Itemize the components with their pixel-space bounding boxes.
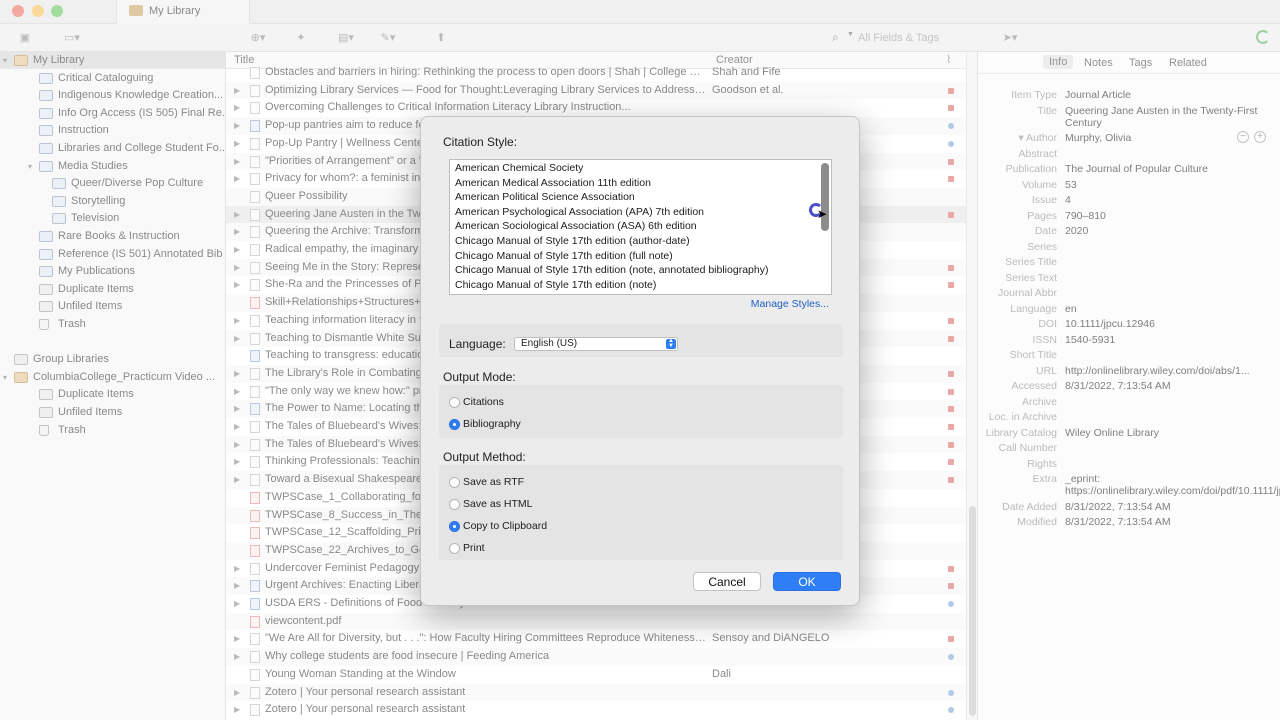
ok-button[interactable]: OK: [773, 572, 841, 591]
citation-style-list[interactable]: American Chemical Society American Medica…: [449, 159, 832, 295]
language-label: Language:: [449, 337, 506, 351]
style-list-item[interactable]: Chicago Manual of Style 17th edition (no…: [455, 264, 768, 276]
style-list-item[interactable]: American Sociological Association (ASA) …: [455, 220, 697, 232]
radio-button[interactable]: [449, 499, 460, 510]
radio-button[interactable]: [449, 477, 460, 488]
radio-label: Citations: [463, 396, 504, 408]
style-list-item[interactable]: Chicago Manual of Style 17th edition (no…: [455, 279, 656, 291]
output-method-heading: Output Method:: [443, 450, 526, 464]
style-list-item[interactable]: Chicago Manual of Style 17th edition (au…: [455, 235, 690, 247]
cancel-button[interactable]: Cancel: [693, 572, 761, 591]
radio-label: Print: [463, 542, 485, 554]
radio-button[interactable]: [449, 397, 460, 408]
radio-label: Save as HTML: [463, 498, 533, 510]
create-bibliography-dialog: Citation Style: American Chemical Societ…: [420, 116, 860, 606]
select-arrows-icon: ▲ ▼: [666, 338, 676, 349]
style-list-item[interactable]: American Chemical Society: [455, 162, 583, 174]
radio-label: Bibliography: [463, 418, 521, 430]
style-list-item[interactable]: Chicago Manual of Style 17th edition (fu…: [455, 250, 673, 262]
radio-button[interactable]: [449, 419, 460, 430]
radio-label: Save as RTF: [463, 476, 525, 488]
citation-style-heading: Citation Style:: [443, 135, 518, 149]
radio-button[interactable]: [449, 543, 460, 554]
language-select[interactable]: English (US) ▲ ▼: [514, 337, 678, 351]
radio-button[interactable]: [449, 521, 460, 532]
mouse-pointer-icon: ➤: [817, 207, 828, 221]
language-select-value: English (US): [521, 338, 578, 349]
style-list-item[interactable]: American Medical Association 11th editio…: [455, 177, 651, 189]
style-list-item[interactable]: American Political Science Association: [455, 191, 635, 203]
radio-label: Copy to Clipboard: [463, 520, 548, 532]
style-list-item[interactable]: American Psychological Association (APA)…: [455, 206, 704, 218]
output-mode-heading: Output Mode:: [443, 370, 516, 384]
manage-styles-link[interactable]: Manage Styles...: [751, 298, 829, 310]
